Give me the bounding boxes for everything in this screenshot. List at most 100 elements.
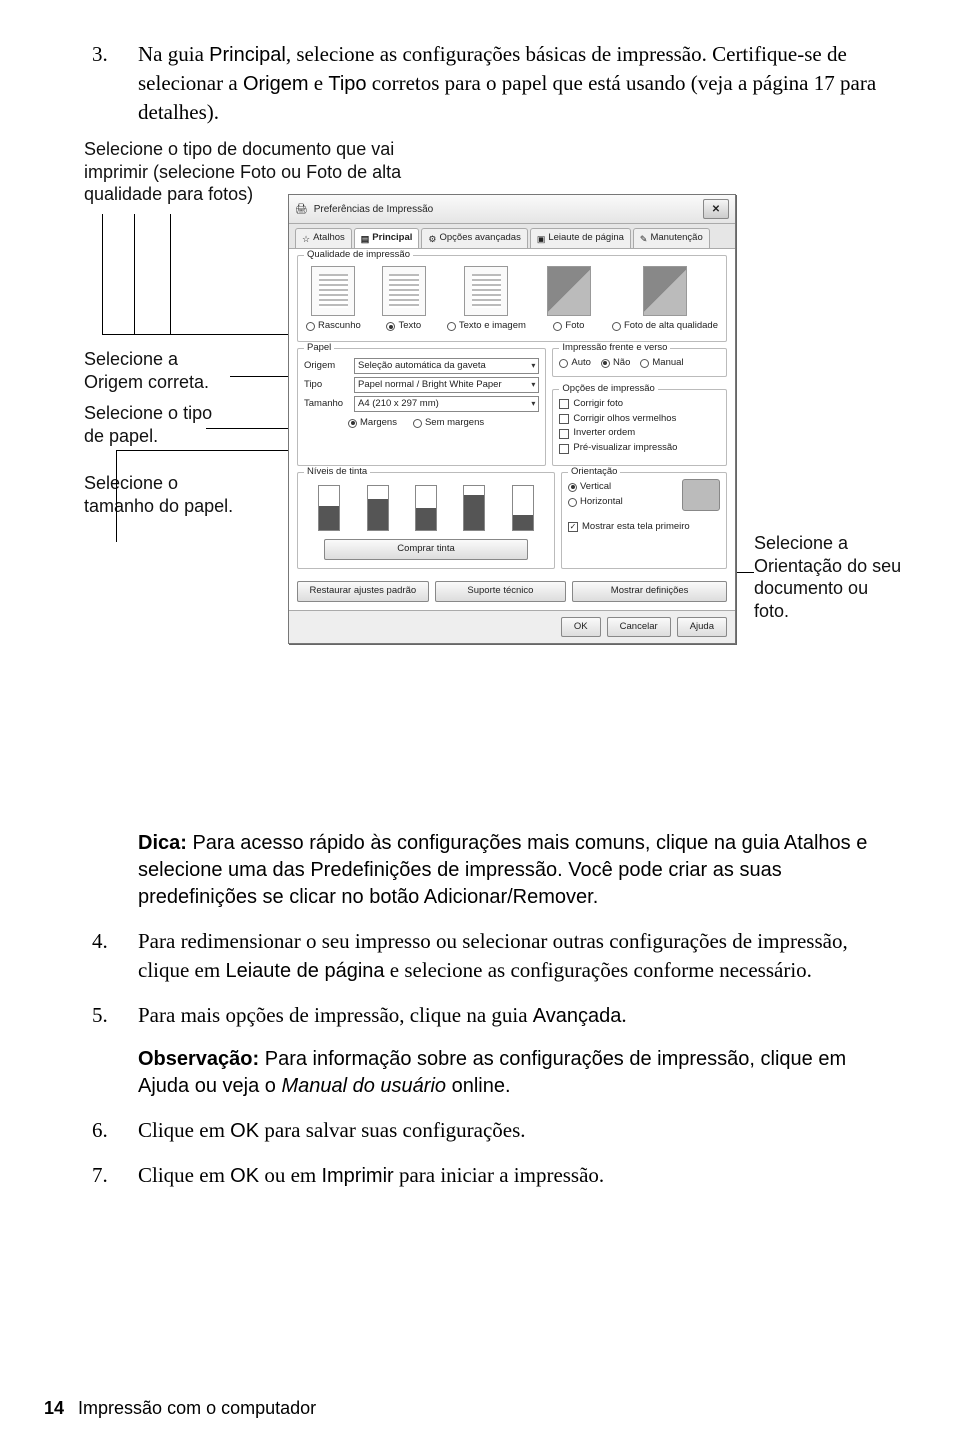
- radio-manual[interactable]: Manual: [640, 357, 683, 370]
- thumb-icon: [464, 266, 508, 316]
- buy-ink-button[interactable]: Comprar tinta: [324, 539, 528, 560]
- thumb-icon: [311, 266, 355, 316]
- label: Horizontal: [580, 496, 623, 509]
- paper-fieldset: Papel Origem Seleção automática da gavet…: [297, 348, 546, 466]
- quality-legend: Qualidade de impressão: [304, 249, 413, 262]
- tamanho-label: Tamanho: [304, 398, 348, 411]
- t: OK: [230, 1165, 259, 1187]
- step-5-text: Para mais opções de impressão, clique na…: [138, 1001, 882, 1030]
- t: ou veja o: [189, 1075, 281, 1097]
- check-inverter-ordem[interactable]: Inverter ordem: [559, 427, 720, 440]
- label: Margens: [360, 417, 397, 430]
- t: ou em: [259, 1163, 321, 1187]
- t: Clique em: [138, 1118, 230, 1142]
- label: Manual: [652, 357, 683, 370]
- help-button[interactable]: Ajuda: [677, 617, 727, 638]
- origem-value: Seleção automática da gaveta: [358, 360, 486, 373]
- radio-auto[interactable]: Auto: [559, 357, 591, 370]
- step-5: 5. Para mais opções de impressão, clique…: [92, 1001, 882, 1030]
- t: Foto: [240, 162, 276, 182]
- t: ou: [276, 162, 306, 182]
- orientation-fieldset: Orientação Vertical Horizontal Mostrar e…: [561, 472, 727, 569]
- radio-vertical[interactable]: Vertical: [568, 481, 676, 494]
- tipo-select[interactable]: Papel normal / Bright White Paper▾: [354, 377, 539, 393]
- t: Selecione o tipo de papel.: [84, 403, 212, 446]
- tab-leiaute[interactable]: ▣Leiaute de página: [530, 228, 631, 248]
- label: Não: [613, 357, 630, 370]
- lower-button-row: Restaurar ajustes padrão Suporte técnico…: [297, 581, 727, 602]
- t: Origem: [243, 73, 309, 95]
- step-4: 4. Para redimensionar o seu impresso ou …: [92, 927, 882, 984]
- tip-label: Dica:: [138, 832, 187, 854]
- ink-tank: [463, 485, 485, 531]
- dialog-footer-buttons: OK Cancelar Ajuda: [289, 610, 735, 644]
- radio-nao[interactable]: Não: [601, 357, 630, 370]
- step-7: 7. Clique em OK ou em Imprimir para inic…: [92, 1161, 882, 1190]
- tamanho-select[interactable]: A4 (210 x 297 mm) ▾: [354, 396, 539, 412]
- duplex-legend: Impressão frente e verso: [559, 342, 670, 355]
- step-6: 6. Clique em OK para salvar suas configu…: [92, 1116, 882, 1145]
- tab-manutencao[interactable]: ✎Manutenção: [633, 228, 710, 248]
- tab-label: Principal: [372, 232, 412, 245]
- quality-option-texto-imagem[interactable]: Texto e imagem: [447, 266, 526, 333]
- restore-defaults-button[interactable]: Restaurar ajustes padrão: [297, 581, 429, 602]
- chevron-down-icon: ▾: [531, 399, 535, 410]
- quality-option-foto[interactable]: Foto: [547, 266, 591, 333]
- paper-and-options-row: Papel Origem Seleção automática da gavet…: [297, 348, 727, 472]
- layout-icon: ▣: [537, 233, 546, 245]
- label: Cancelar: [620, 621, 658, 632]
- callout-origem: Selecione a Origem correta.: [84, 348, 234, 393]
- quality-option-rascunho[interactable]: Rascunho: [306, 266, 361, 333]
- t: Clique em: [138, 1163, 230, 1187]
- chevron-down-icon: ▾: [531, 361, 535, 372]
- leader-line: [134, 214, 135, 334]
- t: Atalhos: [784, 832, 851, 854]
- origem-select[interactable]: Seleção automática da gaveta ▾: [354, 358, 539, 374]
- quality-fieldset: Qualidade de impressão Rascunho Texto Te…: [297, 255, 727, 342]
- radio-horizontal[interactable]: Horizontal: [568, 496, 676, 509]
- callout-orientacao: Selecione a Orientação do seu documento …: [754, 532, 904, 622]
- ok-button[interactable]: OK: [561, 617, 601, 638]
- step-4-number: 4.: [92, 927, 120, 984]
- step-7-number: 7.: [92, 1161, 120, 1190]
- callout-tamanho: Selecione o tamanho do papel.: [84, 472, 234, 517]
- q-label: Foto: [565, 320, 584, 333]
- gear-icon: ⚙: [428, 233, 436, 245]
- label: Pré-visualizar impressão: [573, 442, 677, 455]
- radio-sem-margens[interactable]: Sem margens: [413, 417, 484, 430]
- leader-line: [170, 214, 171, 334]
- t: OK: [230, 1120, 259, 1142]
- q-label: Texto e imagem: [459, 320, 526, 333]
- leader-line: [102, 214, 103, 334]
- tamanho-value: A4 (210 x 297 mm): [358, 398, 439, 411]
- dialog-body: Qualidade de impressão Rascunho Texto Te…: [289, 249, 735, 610]
- dialog-title-wrap: 🖨 Preferências de Impressão: [295, 203, 433, 217]
- t: para fotos): [162, 184, 253, 204]
- t: e: [309, 71, 329, 95]
- check-show-first[interactable]: Mostrar esta tela primeiro: [568, 521, 720, 534]
- cancel-button[interactable]: Cancelar: [607, 617, 671, 638]
- check-pre-visualizar[interactable]: Pré-visualizar impressão: [559, 442, 720, 455]
- t: Para informação sobre as configurações d…: [259, 1048, 846, 1070]
- quality-option-foto-alta[interactable]: Foto de alta qualidade: [612, 266, 718, 333]
- thumb-icon: [547, 266, 591, 316]
- tab-avancadas[interactable]: ⚙Opções avançadas: [421, 228, 527, 248]
- quality-option-texto[interactable]: Texto: [382, 266, 426, 333]
- ink-tank: [367, 485, 389, 531]
- check-olhos-vermelhos[interactable]: Corrigir olhos vermelhos: [559, 413, 720, 426]
- radio-margens[interactable]: Margens: [348, 417, 397, 430]
- printer-icon: [682, 479, 720, 511]
- duplex-fieldset: Impressão frente e verso Auto Não Manual: [552, 348, 727, 377]
- tab-atalhos[interactable]: ☆Atalhos: [295, 228, 352, 248]
- show-defs-button[interactable]: Mostrar definições: [572, 581, 727, 602]
- tipo-value: Papel normal / Bright White Paper: [358, 379, 502, 392]
- label: Vertical: [580, 481, 611, 494]
- label: Ajuda: [690, 621, 714, 632]
- close-button[interactable]: ✕: [703, 199, 729, 219]
- step-3-text: Na guia Principal, selecione as configur…: [138, 40, 882, 126]
- ink-tank: [318, 485, 340, 531]
- support-button[interactable]: Suporte técnico: [435, 581, 567, 602]
- tab-principal[interactable]: ▤Principal: [354, 228, 420, 248]
- print-options-legend: Opções de impressão: [559, 383, 657, 396]
- check-corrigir-foto[interactable]: Corrigir foto: [559, 398, 720, 411]
